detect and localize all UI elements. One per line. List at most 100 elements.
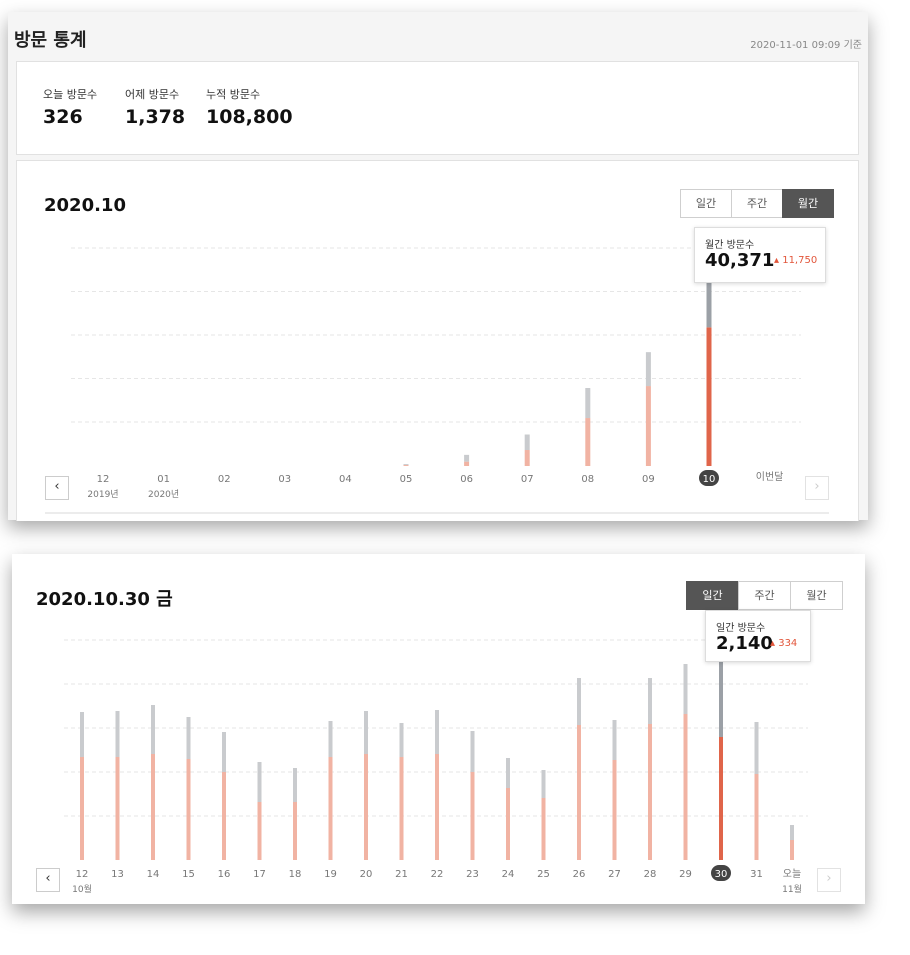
bar-segment-visits[interactable] — [683, 714, 688, 860]
tick-label[interactable]: 24 — [502, 869, 515, 880]
today-visits-label: 오늘 방문수 — [43, 88, 98, 101]
bar-segment-increase[interactable] — [790, 825, 794, 840]
bar-segment-visits[interactable] — [435, 754, 439, 860]
bar-segment-visits[interactable] — [403, 465, 409, 466]
next-button[interactable]: › — [805, 476, 829, 500]
prev-button[interactable]: ‹ — [45, 476, 69, 500]
tick-sublabel: 2019년 — [87, 489, 118, 500]
tick-label[interactable]: 12 — [76, 869, 89, 880]
tick-label[interactable]: 07 — [521, 474, 534, 485]
bar-segment-visits[interactable] — [399, 757, 404, 860]
bar-segment-increase[interactable] — [115, 711, 120, 757]
bar-segment-visits[interactable] — [257, 802, 262, 860]
bar-segment-increase[interactable] — [222, 732, 226, 772]
tick-label[interactable]: 02 — [218, 474, 231, 485]
bar-segment-increase[interactable] — [293, 768, 297, 802]
tick-label[interactable]: 31 — [750, 869, 763, 880]
bar-segment-increase[interactable] — [470, 731, 475, 772]
tick-label[interactable]: 15 — [182, 869, 195, 880]
bar-segment-increase[interactable] — [464, 454, 470, 462]
tick-label[interactable]: 06 — [460, 474, 473, 485]
tick-label[interactable]: 17 — [253, 869, 266, 880]
bar-segment-visits[interactable] — [151, 754, 155, 860]
bar-segment-visits[interactable] — [186, 759, 191, 860]
bar-segment-visits[interactable] — [328, 757, 333, 860]
bar-segment-visits[interactable] — [541, 798, 546, 860]
tick-label[interactable]: 21 — [395, 869, 408, 880]
tick-label[interactable]: 27 — [608, 869, 621, 880]
bar-segment-increase[interactable] — [257, 762, 262, 802]
tooltip-delta: ▴ 11,750 — [774, 255, 818, 266]
tick-label[interactable]: 28 — [644, 869, 657, 880]
tick-label[interactable]: 09 — [642, 474, 655, 485]
bar-segment-visits[interactable] — [470, 772, 475, 860]
bar-segment-visits[interactable] — [222, 772, 226, 860]
tick-label[interactable]: 03 — [278, 474, 291, 485]
bar-segment-increase[interactable] — [577, 678, 581, 725]
tick-label[interactable]: 18 — [289, 869, 302, 880]
bar-segment-increase[interactable] — [506, 758, 510, 788]
bar-segment-visits[interactable] — [754, 774, 759, 860]
bar-segment-visits[interactable] — [577, 725, 581, 860]
bar-segment-visits[interactable] — [506, 788, 510, 860]
tick-label[interactable]: 19 — [324, 869, 337, 880]
total-visits-value: 108,800 — [206, 106, 293, 128]
bar-segment-visits[interactable] — [293, 802, 297, 860]
tick-label[interactable]: 01 — [157, 474, 170, 485]
bar-segment-increase[interactable] — [524, 434, 530, 451]
tick-label[interactable]: 23 — [466, 869, 479, 880]
visit-stats-panel: 방문 통계 2020-11-01 09:09 기준 오늘 방문수 326 어제 … — [8, 12, 868, 521]
bar-segment-increase[interactable] — [151, 705, 155, 754]
page-title: 방문 통계 — [14, 30, 87, 51]
tick-label[interactable]: 16 — [218, 869, 231, 880]
bar-segment-increase[interactable] — [612, 720, 617, 760]
bar-segment-increase[interactable] — [435, 710, 439, 754]
bar-segment-increase[interactable] — [683, 664, 688, 714]
tick-label[interactable]: 14 — [147, 869, 160, 880]
tick-label[interactable]: 13 — [111, 869, 124, 880]
bar-segment-visits[interactable] — [612, 760, 617, 860]
tick-label[interactable]: 05 — [400, 474, 413, 485]
next-button[interactable]: › — [817, 868, 841, 892]
bar-segment-increase[interactable] — [399, 723, 404, 757]
bar-segment-visits[interactable] — [524, 450, 530, 466]
bar-segment-visits[interactable] — [645, 386, 651, 466]
bar-segment-visits[interactable] — [464, 461, 470, 466]
tick-label[interactable]: 30 — [715, 869, 728, 880]
tick-label[interactable]: 26 — [573, 869, 586, 880]
tick-label[interactable]: 25 — [537, 869, 550, 880]
bar-segment-increase[interactable] — [541, 770, 546, 798]
prev-button[interactable]: ‹ — [36, 868, 60, 892]
bar-segment-increase[interactable] — [585, 388, 591, 419]
bar-segment-increase[interactable] — [403, 464, 409, 466]
bar-segment-visits[interactable] — [585, 418, 591, 466]
tick-label[interactable]: 20 — [360, 869, 373, 880]
bar-segment-increase[interactable] — [364, 711, 368, 754]
tick-label[interactable]: 29 — [679, 869, 692, 880]
tooltip-value: 2,140 — [716, 633, 773, 654]
bar-segment-increase[interactable] — [754, 722, 759, 774]
tick-sublabel: 11월 — [782, 883, 802, 895]
bar-segment-visits[interactable] — [648, 724, 652, 860]
bar-segment-visits[interactable] — [790, 840, 794, 860]
tick-label[interactable]: 04 — [339, 474, 352, 485]
bar-segment-increase[interactable] — [80, 712, 84, 757]
tick-label[interactable]: 08 — [581, 474, 594, 485]
tick-label[interactable]: 오늘 — [783, 868, 801, 880]
bar-segment-visits[interactable] — [80, 757, 84, 860]
bar-segment-visits[interactable] — [719, 737, 723, 860]
bar-segment-visits[interactable] — [706, 327, 712, 466]
tick-label[interactable]: 12 — [97, 474, 110, 485]
bar-segment-increase[interactable] — [648, 678, 652, 724]
bar-segment-increase[interactable] — [645, 352, 651, 387]
tick-label[interactable]: 10 — [703, 474, 716, 485]
bar-segment-increase[interactable] — [328, 721, 333, 757]
today-visits: 오늘 방문수 326 — [43, 86, 97, 128]
bar-segment-increase[interactable] — [186, 717, 191, 759]
tick-label[interactable]: 22 — [431, 869, 444, 880]
monthly-chart-card: 2020.10 일간 주간 월간 12 2019년 01 2020년 02 03 04 05 0… — [16, 160, 859, 521]
bar-segment-visits[interactable] — [364, 754, 368, 860]
total-visits: 누적 방문수 108,800 — [206, 86, 293, 128]
bar-segment-visits[interactable] — [115, 757, 120, 860]
tick-label-next[interactable]: 이번달 — [756, 471, 784, 483]
